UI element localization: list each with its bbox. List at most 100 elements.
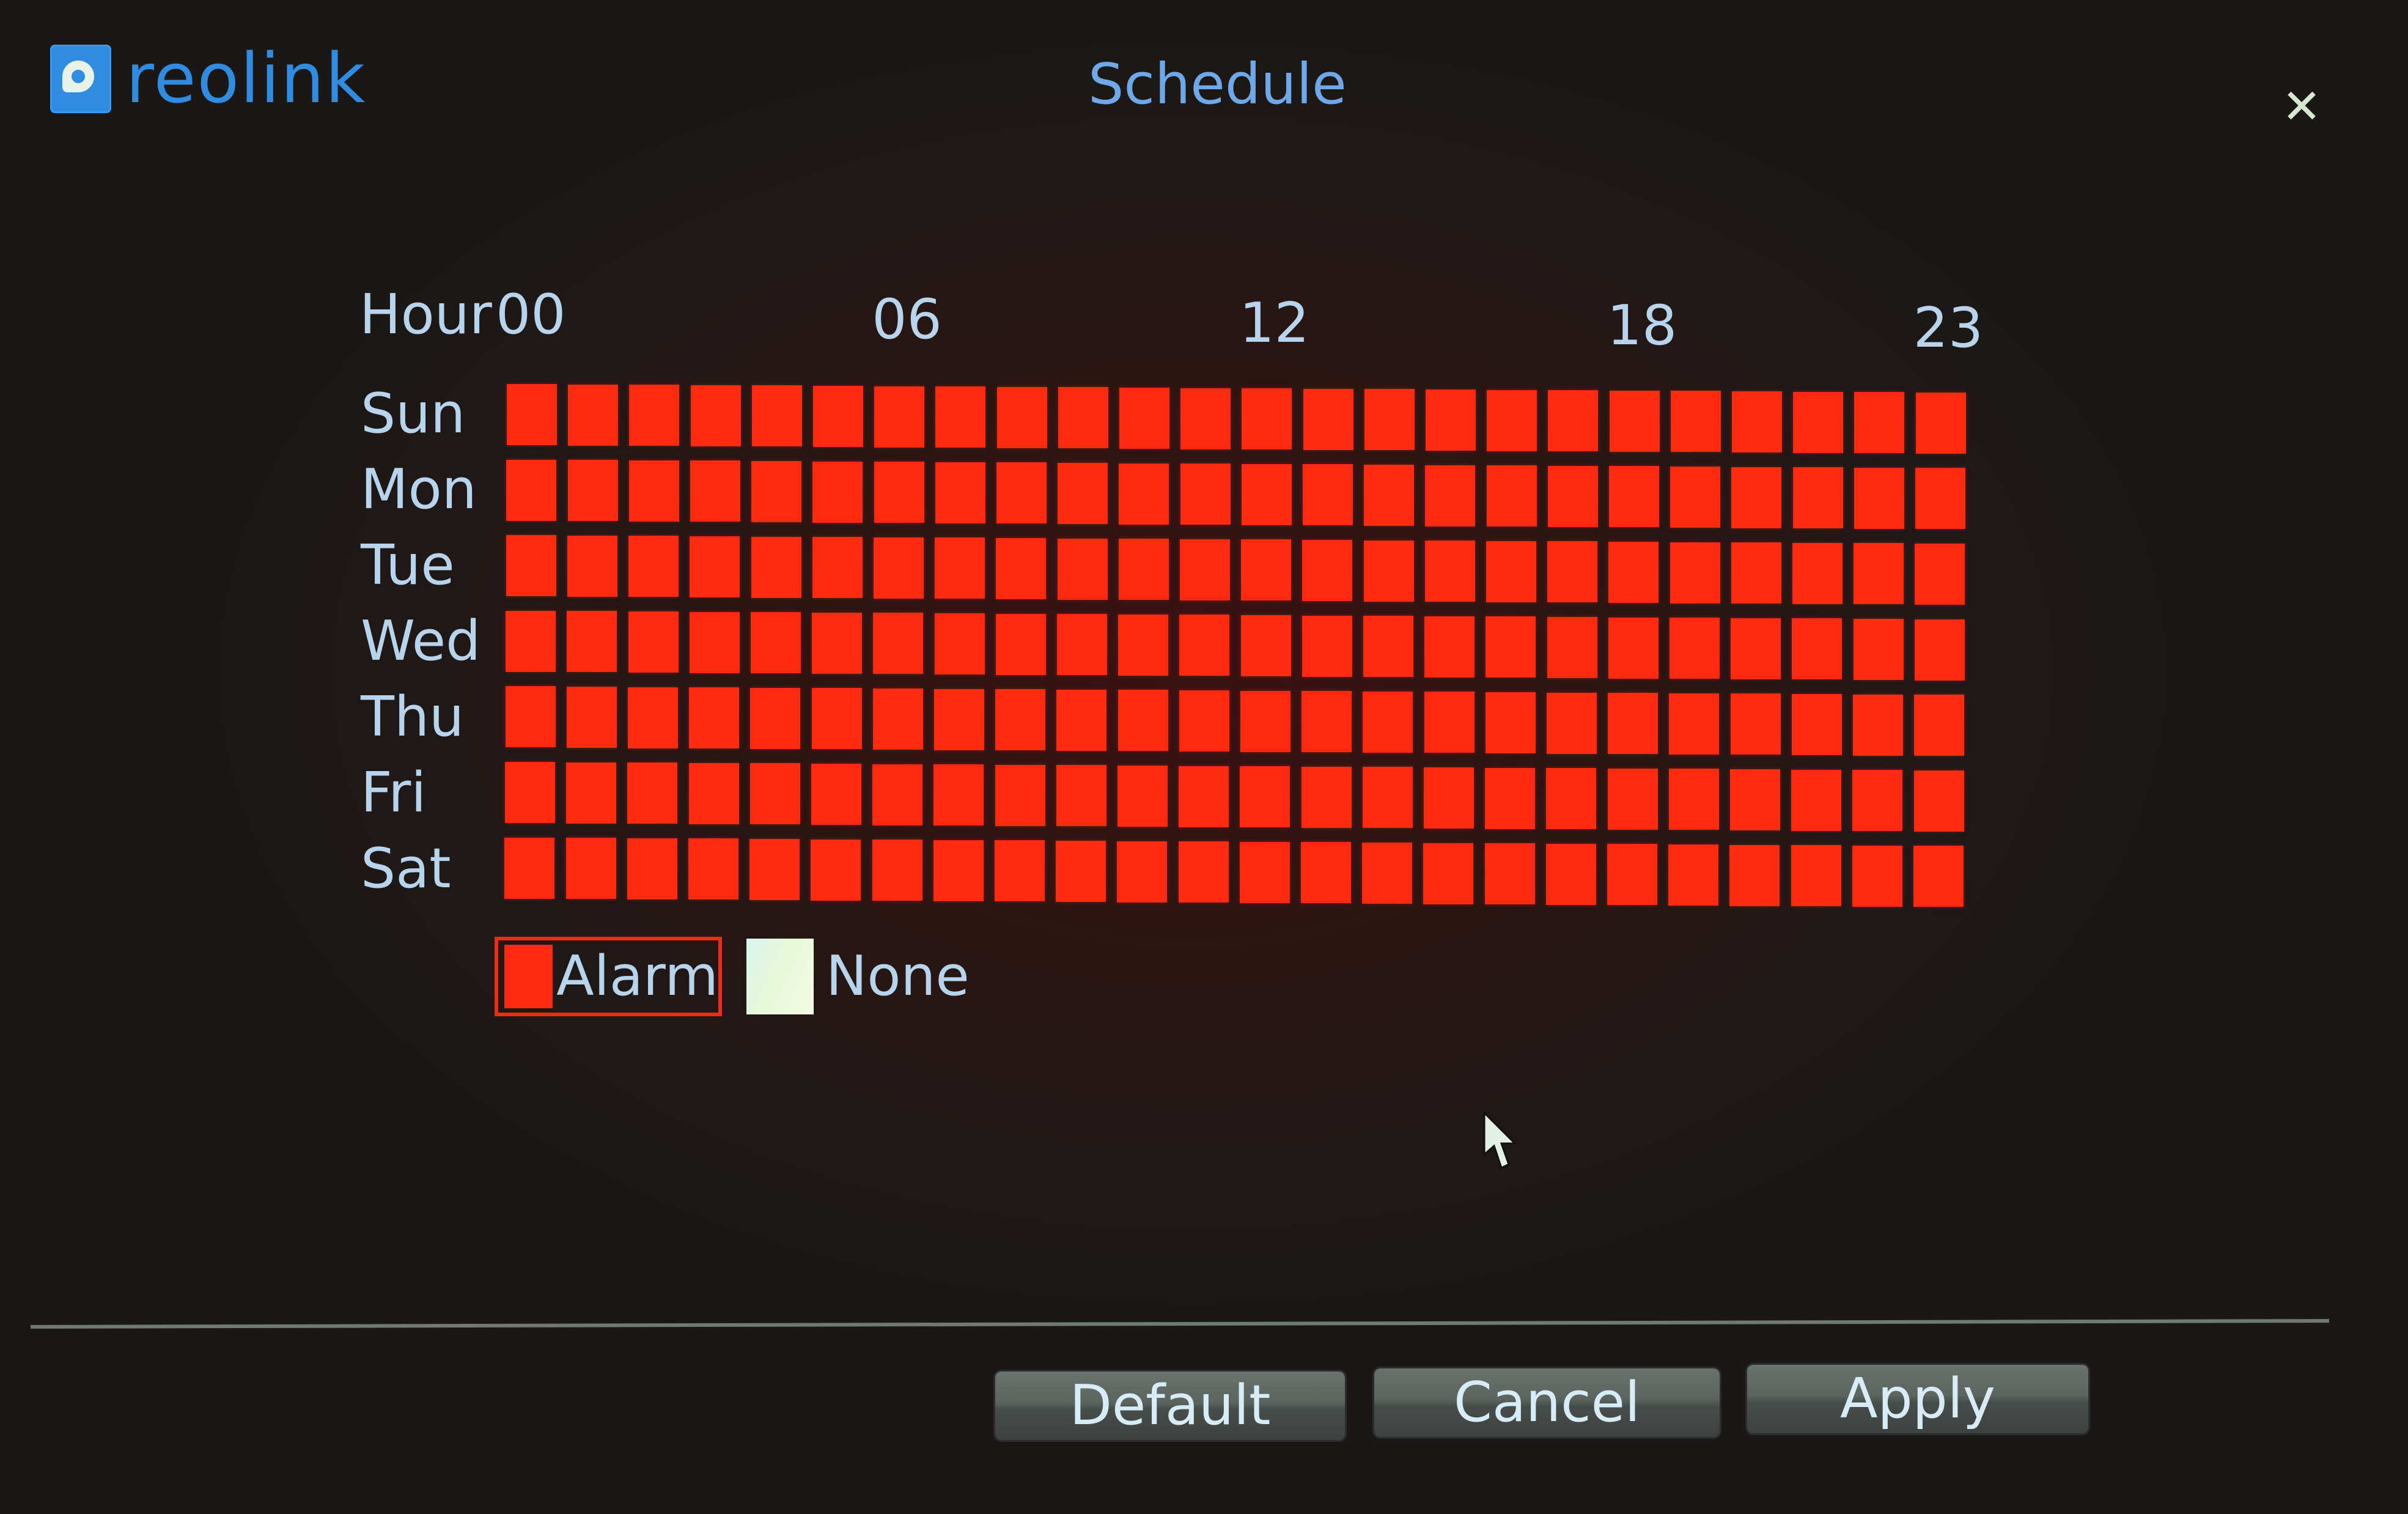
schedule-cell-tue-16[interactable] (1486, 541, 1536, 602)
schedule-cell-fri-09[interactable] (1056, 765, 1106, 827)
schedule-cell-wed-20[interactable] (1731, 618, 1781, 679)
schedule-cell-wed-10[interactable] (1118, 614, 1169, 676)
schedule-cell-wed-00[interactable] (506, 610, 556, 672)
schedule-cell-fri-10[interactable] (1117, 766, 1168, 827)
schedule-cell-tue-09[interactable] (1057, 538, 1108, 600)
schedule-cell-fri-18[interactable] (1607, 768, 1658, 830)
schedule-cell-sun-10[interactable] (1119, 388, 1169, 449)
schedule-cell-thu-05[interactable] (811, 688, 862, 750)
schedule-cell-thu-20[interactable] (1730, 693, 1781, 755)
schedule-cell-tue-05[interactable] (812, 537, 863, 599)
schedule-cell-mon-18[interactable] (1609, 466, 1659, 528)
schedule-cell-mon-02[interactable] (628, 460, 679, 522)
schedule-cell-thu-17[interactable] (1547, 692, 1597, 754)
schedule-cell-tue-14[interactable] (1363, 540, 1414, 602)
schedule-cell-wed-14[interactable] (1363, 616, 1413, 678)
schedule-cell-tue-10[interactable] (1118, 539, 1169, 600)
schedule-cell-wed-07[interactable] (934, 613, 985, 674)
schedule-cell-thu-08[interactable] (995, 689, 1046, 751)
schedule-cell-fri-15[interactable] (1424, 767, 1474, 829)
schedule-cell-sat-23[interactable] (1913, 846, 1964, 907)
schedule-cell-sun-12[interactable] (1242, 388, 1292, 450)
schedule-cell-tue-03[interactable] (690, 536, 740, 597)
schedule-cell-sat-10[interactable] (1117, 841, 1168, 903)
schedule-cell-sat-09[interactable] (1056, 841, 1106, 902)
schedule-cell-mon-00[interactable] (506, 459, 557, 521)
schedule-cell-sun-08[interactable] (996, 386, 1047, 448)
schedule-cell-sun-01[interactable] (568, 384, 619, 446)
schedule-cell-sat-21[interactable] (1791, 845, 1841, 907)
schedule-cell-mon-15[interactable] (1425, 465, 1476, 526)
schedule-cell-wed-17[interactable] (1547, 617, 1597, 678)
schedule-cell-thu-01[interactable] (566, 687, 617, 748)
schedule-cell-fri-04[interactable] (749, 763, 800, 825)
schedule-cell-sat-06[interactable] (872, 840, 922, 901)
schedule-cell-mon-22[interactable] (1854, 467, 1904, 529)
schedule-cell-fri-14[interactable] (1362, 767, 1413, 829)
schedule-cell-fri-16[interactable] (1485, 767, 1536, 829)
schedule-cell-sat-14[interactable] (1362, 843, 1413, 904)
schedule-cell-thu-06[interactable] (872, 689, 923, 750)
schedule-cell-mon-23[interactable] (1915, 468, 1965, 530)
schedule-cell-tue-15[interactable] (1424, 541, 1475, 602)
schedule-cell-mon-04[interactable] (751, 461, 802, 522)
schedule-cell-sun-16[interactable] (1487, 390, 1537, 451)
schedule-cell-thu-00[interactable] (505, 686, 556, 748)
schedule-cell-wed-15[interactable] (1424, 616, 1475, 678)
legend-alarm-option[interactable]: Alarm (495, 937, 722, 1016)
legend-none-option[interactable]: None (746, 937, 970, 1016)
schedule-cell-tue-11[interactable] (1180, 539, 1230, 600)
schedule-cell-mon-11[interactable] (1180, 463, 1231, 525)
schedule-cell-thu-15[interactable] (1424, 692, 1475, 753)
schedule-cell-sat-02[interactable] (627, 838, 677, 899)
schedule-cell-tue-18[interactable] (1608, 542, 1659, 603)
schedule-cell-wed-22[interactable] (1853, 619, 1904, 680)
schedule-cell-fri-20[interactable] (1730, 769, 1780, 830)
schedule-cell-thu-09[interactable] (1056, 689, 1107, 751)
schedule-cell-mon-20[interactable] (1731, 467, 1782, 528)
schedule-cell-sun-05[interactable] (813, 386, 863, 447)
schedule-cell-tue-21[interactable] (1792, 542, 1843, 604)
schedule-cell-sat-08[interactable] (995, 840, 1045, 902)
schedule-cell-wed-01[interactable] (567, 611, 617, 673)
schedule-cell-tue-23[interactable] (1915, 544, 1965, 605)
schedule-cell-sun-14[interactable] (1364, 389, 1415, 451)
schedule-cell-wed-03[interactable] (689, 611, 740, 673)
schedule-cell-fri-06[interactable] (872, 764, 923, 825)
schedule-cell-wed-19[interactable] (1670, 618, 1720, 679)
schedule-cell-tue-19[interactable] (1670, 542, 1720, 604)
schedule-cell-thu-03[interactable] (689, 687, 740, 749)
schedule-cell-thu-10[interactable] (1117, 690, 1168, 751)
schedule-cell-wed-18[interactable] (1608, 617, 1659, 679)
schedule-cell-sat-17[interactable] (1545, 843, 1596, 905)
schedule-cell-mon-13[interactable] (1303, 464, 1353, 526)
schedule-cell-mon-09[interactable] (1058, 463, 1108, 524)
schedule-cell-mon-07[interactable] (935, 462, 985, 523)
schedule-cell-sun-02[interactable] (629, 385, 680, 446)
schedule-cell-sat-11[interactable] (1178, 841, 1229, 903)
schedule-cell-thu-19[interactable] (1669, 693, 1720, 755)
schedule-cell-mon-08[interactable] (996, 462, 1047, 524)
schedule-cell-fri-22[interactable] (1852, 770, 1903, 832)
schedule-cell-sun-19[interactable] (1670, 391, 1721, 452)
apply-button[interactable]: Apply (1747, 1365, 2088, 1433)
schedule-cell-wed-02[interactable] (628, 611, 679, 673)
schedule-cell-sat-22[interactable] (1852, 845, 1902, 907)
schedule-cell-sun-13[interactable] (1303, 388, 1353, 450)
schedule-cell-sat-20[interactable] (1729, 844, 1780, 906)
schedule-cell-sat-07[interactable] (933, 840, 984, 901)
schedule-cell-tue-02[interactable] (628, 536, 679, 597)
schedule-cell-fri-07[interactable] (933, 764, 984, 826)
schedule-cell-mon-12[interactable] (1241, 463, 1292, 525)
schedule-cell-thu-12[interactable] (1240, 690, 1291, 752)
schedule-cell-fri-23[interactable] (1913, 770, 1964, 832)
schedule-cell-sun-17[interactable] (1548, 390, 1599, 452)
schedule-cell-fri-00[interactable] (505, 762, 555, 823)
cancel-button[interactable]: Cancel (1374, 1368, 1720, 1437)
schedule-cell-wed-08[interactable] (995, 613, 1046, 675)
schedule-cell-thu-07[interactable] (934, 689, 984, 750)
schedule-cell-wed-05[interactable] (812, 612, 863, 674)
schedule-cell-sat-04[interactable] (749, 839, 800, 900)
schedule-cell-fri-05[interactable] (811, 764, 861, 825)
schedule-cell-tue-06[interactable] (874, 537, 924, 599)
